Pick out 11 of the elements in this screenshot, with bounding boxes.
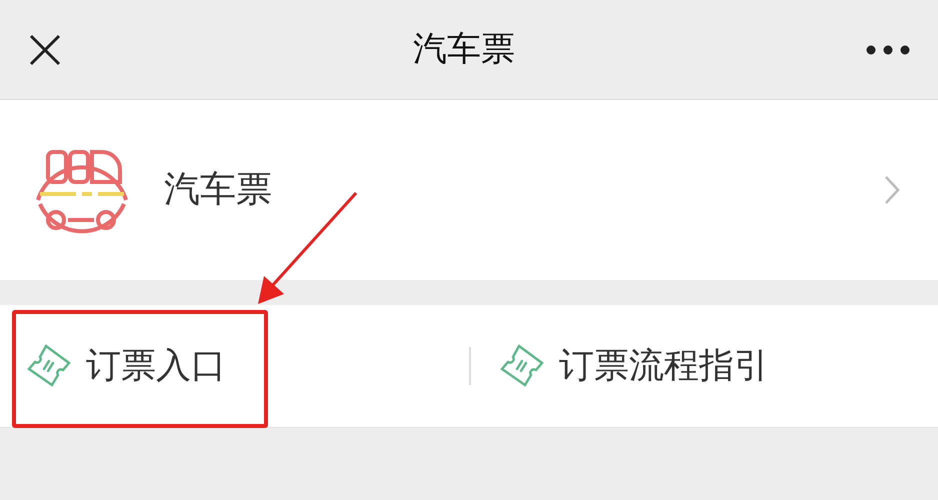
page-title: 汽车票 xyxy=(413,28,515,71)
close-icon xyxy=(28,32,62,66)
chevron-right-icon xyxy=(884,175,900,205)
service-row[interactable]: 汽车票 xyxy=(0,100,938,280)
more-icon xyxy=(866,45,910,56)
ticket-icon xyxy=(26,343,72,389)
service-name: 汽车票 xyxy=(164,168,272,212)
close-button[interactable] xyxy=(28,32,62,66)
menu-item[interactable]: 订票流程指引 xyxy=(499,340,769,392)
ticket-icon xyxy=(499,343,545,389)
menu-item[interactable]: 订票入口 xyxy=(0,340,226,392)
